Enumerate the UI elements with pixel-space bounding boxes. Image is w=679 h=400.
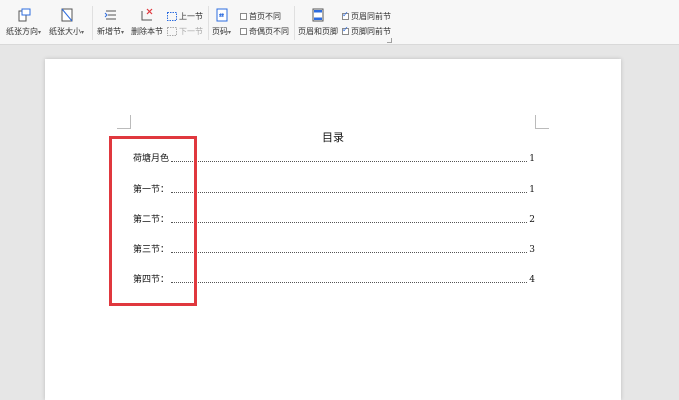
toc-leader-dots [171,252,528,253]
next-section-icon [167,27,177,36]
chevron-down-icon: ▾ [38,29,42,36]
checkbox-checked-icon [342,25,349,35]
page-number-label: 页码 [212,27,228,36]
checkbox-icon [240,28,247,35]
chevron-down-icon: ▾ [81,29,85,36]
odd-even-different-checkbox[interactable]: 奇偶页不同 [240,26,289,37]
next-section-label: 下一节 [179,27,203,36]
new-section-label: 新增节 [97,27,121,36]
ribbon-toolbar: 纸张方向▾ 纸张大小▾ 新增节▾ 删除本节 上一节 下一节 页码▾ 首页不同 奇… [0,0,679,45]
chevron-down-icon: ▾ [228,29,232,36]
separator [92,6,93,40]
new-section-button[interactable]: 新增节▾ [97,8,124,37]
paper-size-icon [61,8,72,22]
separator [294,6,295,40]
same-header-checkbox[interactable]: 页眉同前节 [342,10,391,22]
separator [208,6,209,40]
first-page-different-label: 首页不同 [249,12,281,21]
toc-leader-dots [171,282,528,283]
next-section-button[interactable]: 下一节 [167,26,203,37]
odd-even-different-label: 奇偶页不同 [249,27,289,36]
page-number-button[interactable]: 页码▾ [212,8,231,37]
highlight-box [109,136,197,306]
orientation-button[interactable]: 纸张方向▾ [6,8,41,37]
delete-section-icon [141,8,153,21]
group-expand-icon[interactable] [387,38,392,43]
toc-entry-page: 3 [529,245,535,255]
header-footer-button[interactable]: 页眉和页脚 [298,8,338,37]
toc-leader-dots [171,192,528,193]
same-header-label: 页眉同前节 [351,12,391,21]
same-footer-label: 页脚同前节 [351,27,391,36]
prev-section-button[interactable]: 上一节 [167,11,203,22]
first-page-different-checkbox[interactable]: 首页不同 [240,11,281,22]
toc-entry-page: 1 [529,154,535,164]
margin-corner-mark [117,115,131,129]
page-orientation-icon [18,8,30,22]
prev-section-label: 上一节 [179,12,203,21]
header-footer-label: 页眉和页脚 [298,27,338,36]
orientation-label: 纸张方向 [6,27,38,36]
toc-leader-dots [171,161,528,162]
checkbox-checked-icon [342,10,349,20]
toc-entry-page: 2 [529,215,535,225]
delete-section-label: 删除本节 [131,27,163,36]
same-footer-checkbox[interactable]: 页脚同前节 [342,25,391,37]
new-section-icon [104,10,116,20]
header-footer-icon [312,8,324,22]
toc-entry-page: 4 [529,275,535,285]
checkbox-icon [240,13,247,20]
toc-entry-page: 1 [529,185,535,195]
delete-section-button[interactable]: 删除本节 [131,8,163,37]
paper-size-label: 纸张大小 [49,27,81,36]
margin-corner-mark [535,115,549,129]
toc-leader-dots [171,222,528,223]
chevron-down-icon: ▾ [121,29,125,36]
prev-section-icon [167,12,177,21]
page-number-icon [216,8,227,22]
document-page[interactable]: 目录 荷塘月色 1 第一节： 1 第二节： 2 第三节： 3 第四节： 4 [45,59,621,400]
paper-size-button[interactable]: 纸张大小▾ [49,8,84,37]
